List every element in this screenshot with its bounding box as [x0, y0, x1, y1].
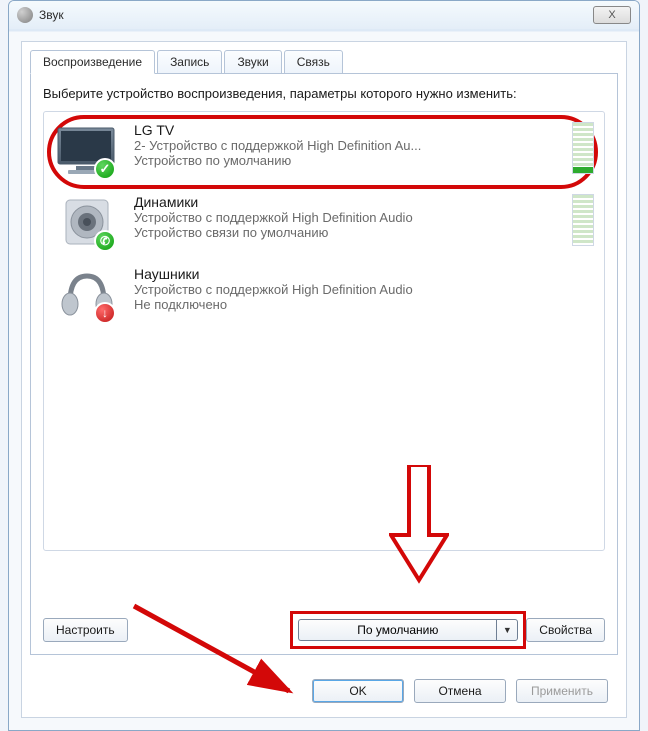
dialog-button-row: OK Отмена Применить [312, 679, 608, 703]
device-name: Наушники [134, 266, 594, 282]
tab-sounds[interactable]: Звуки [224, 50, 281, 74]
tab-panel-playback: Выберите устройство воспроизведения, пар… [30, 73, 618, 655]
tab-recording[interactable]: Запись [157, 50, 222, 74]
set-default-split-button[interactable]: По умолчанию [298, 619, 518, 641]
device-status: Устройство связи по умолчанию [134, 225, 562, 240]
device-desc: 2- Устройство с поддержкой High Definiti… [134, 138, 562, 153]
titlebar[interactable]: Звук X [9, 1, 639, 29]
device-desc: Устройство с поддержкой High Definition … [134, 282, 594, 297]
sound-dialog: Звук X Воспроизведение Запись Звуки Связ… [8, 0, 640, 731]
properties-button[interactable]: Свойства [526, 618, 605, 642]
panel-button-row: Настроить По умолчанию Свойства [43, 618, 605, 642]
headphones-icon [50, 266, 124, 322]
tv-icon [50, 122, 124, 178]
tab-strip: Воспроизведение Запись Звуки Связь [30, 50, 618, 74]
device-list[interactable]: LG TV 2- Устройство с поддержкой High De… [43, 111, 605, 551]
set-default-button[interactable]: По умолчанию [298, 619, 496, 641]
tab-comm[interactable]: Связь [284, 50, 343, 74]
level-meter [572, 194, 594, 246]
device-item-headphones[interactable]: Наушники Устройство с поддержкой High De… [46, 258, 602, 330]
configure-button[interactable]: Настроить [43, 618, 128, 642]
cancel-button[interactable]: Отмена [414, 679, 506, 703]
ok-button[interactable]: OK [312, 679, 404, 703]
device-status: Устройство по умолчанию [134, 153, 562, 168]
window-title: Звук [39, 8, 64, 22]
speaker-icon [50, 194, 124, 250]
instruction-text: Выберите устройство воспроизведения, пар… [43, 86, 605, 103]
sound-icon [17, 7, 33, 23]
phone-icon [94, 230, 116, 252]
device-item-lgtv[interactable]: LG TV 2- Устройство с поддержкой High De… [46, 114, 602, 186]
disconnected-icon [94, 302, 116, 324]
apply-button[interactable]: Применить [516, 679, 608, 703]
level-meter [572, 122, 594, 174]
checkmark-icon [94, 158, 116, 180]
set-default-dropdown[interactable] [496, 619, 518, 641]
device-status: Не подключено [134, 297, 594, 312]
device-name: LG TV [134, 122, 562, 138]
device-item-speakers[interactable]: Динамики Устройство с поддержкой High De… [46, 186, 602, 258]
device-desc: Устройство с поддержкой High Definition … [134, 210, 562, 225]
dialog-content: Воспроизведение Запись Звуки Связь Выбер… [21, 41, 627, 718]
device-name: Динамики [134, 194, 562, 210]
tab-playback[interactable]: Воспроизведение [30, 50, 155, 74]
close-button[interactable]: X [593, 6, 631, 24]
